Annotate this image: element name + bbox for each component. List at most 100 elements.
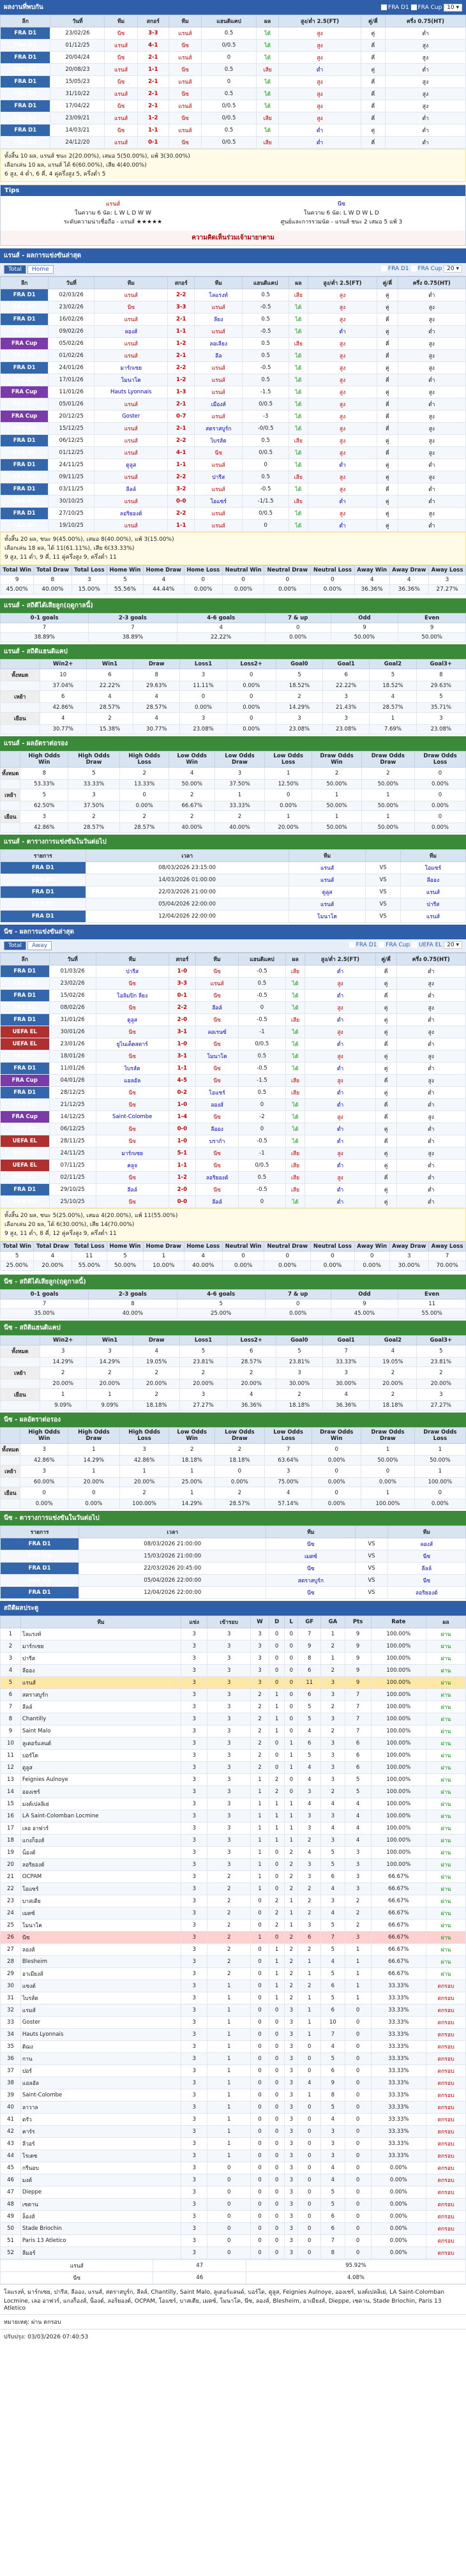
table-cell[interactable]: แอลอัล: [20, 2077, 182, 2089]
league-filter[interactable]: FRA Cup: [379, 942, 412, 948]
table-cell[interactable]: แรนส์: [288, 861, 366, 874]
table-cell[interactable]: บาสเตีย: [20, 1895, 182, 1907]
table-cell[interactable]: Dieppe: [20, 2186, 182, 2199]
table-cell[interactable]: นีซ: [266, 1586, 356, 1599]
table-cell[interactable]: ลองส์: [94, 325, 169, 338]
table-cell[interactable]: แรนส์: [94, 434, 169, 447]
table-cell[interactable]: แรนส์: [104, 112, 138, 125]
league-filter[interactable]: FRA Cup: [410, 266, 444, 272]
table-cell[interactable]: ปารีส: [400, 898, 466, 911]
table-cell[interactable]: โอแซร์: [195, 1086, 239, 1099]
table-cell[interactable]: ลีลล์: [95, 1183, 169, 1196]
table-cell[interactable]: ดิฌง: [20, 2040, 182, 2053]
table-cell[interactable]: แกงก็องส์: [20, 1834, 182, 1847]
table-cell[interactable]: แรนส์: [94, 289, 169, 301]
table-cell[interactable]: แรนส์: [94, 349, 169, 362]
table-cell[interactable]: นีซ: [95, 1050, 169, 1063]
tab-total[interactable]: Total: [4, 265, 27, 274]
table-cell[interactable]: ลาวาล: [20, 2101, 182, 2114]
table-cell[interactable]: แรนส์: [194, 374, 243, 386]
table-cell[interactable]: แรนส์: [194, 507, 243, 520]
table-cell[interactable]: นีซ: [195, 1013, 239, 1026]
league-filter[interactable]: UEFA EL: [411, 942, 444, 948]
table-cell[interactable]: นีซ: [195, 1074, 239, 1087]
table-cell[interactable]: นีซ: [95, 1171, 169, 1184]
table-cell[interactable]: แรนส์: [94, 471, 169, 483]
table-cell[interactable]: ยูไนเต็ดสตาร์: [95, 1038, 169, 1050]
table-cell[interactable]: Goster: [20, 2016, 182, 2029]
table-cell[interactable]: แอลอัล: [95, 1074, 169, 1087]
table-cell[interactable]: สตราสบูร์ก: [194, 422, 243, 435]
table-cell[interactable]: สตราสบูร์ก: [20, 1688, 182, 1701]
table-cell[interactable]: นีซ: [168, 112, 202, 125]
table-cell[interactable]: โอลิมปิก ลียง: [95, 989, 169, 1002]
table-cell[interactable]: นีซ: [195, 1038, 239, 1050]
table-cell[interactable]: โอแซร์: [20, 1883, 182, 1895]
checkbox-icon[interactable]: [380, 266, 387, 271]
table-cell[interactable]: ปอร์: [20, 2065, 182, 2077]
count-select[interactable]: 20 ▾: [444, 265, 462, 273]
table-cell[interactable]: ล็องส์: [20, 2210, 182, 2223]
table-cell[interactable]: แรนส์: [94, 422, 169, 435]
table-cell[interactable]: Saint Malo: [20, 1725, 182, 1738]
table-cell[interactable]: ตรัว: [20, 2113, 182, 2126]
table-cell[interactable]: แรนส์: [194, 386, 243, 398]
table-cell[interactable]: เลอ อาฟวร์: [20, 1822, 182, 1835]
table-cell[interactable]: ลีลล์: [195, 1195, 239, 1208]
table-cell[interactable]: แรนส์: [194, 325, 243, 338]
table-cell[interactable]: Blesheim: [20, 1955, 182, 1968]
table-cell[interactable]: ลีวอร์: [20, 2137, 182, 2150]
table-cell[interactable]: แรนส์: [94, 398, 169, 411]
table-cell[interactable]: นีซ: [195, 1147, 239, 1160]
table-cell[interactable]: แรนส์: [104, 63, 138, 76]
table-cell[interactable]: แรนส์: [288, 898, 366, 911]
table-cell[interactable]: ลอเรนซ์: [195, 1026, 239, 1038]
table-cell[interactable]: แรนส์: [194, 410, 243, 423]
table-cell[interactable]: เมตซ์: [20, 1907, 182, 1920]
table-cell[interactable]: แรนส์: [194, 301, 243, 314]
table-cell[interactable]: แรนส์: [168, 100, 202, 112]
table-cell[interactable]: แรนส์: [104, 136, 138, 149]
table-cell[interactable]: ไบรส์ต: [194, 434, 243, 447]
table-cell[interactable]: นีซ: [195, 1159, 239, 1172]
table-cell[interactable]: นีซ: [195, 989, 239, 1002]
table-cell[interactable]: แรนส์: [94, 313, 169, 326]
table-cell[interactable]: นีซ: [20, 1931, 182, 1944]
table-cell[interactable]: แรนส์: [168, 124, 202, 137]
table-cell[interactable]: ลองส์: [387, 1538, 466, 1550]
table-cell[interactable]: เซดาน: [20, 2198, 182, 2211]
table-cell[interactable]: ลองส์: [195, 1098, 239, 1111]
table-cell[interactable]: แรนส์: [194, 361, 243, 374]
table-cell[interactable]: แรนส์: [195, 977, 239, 990]
table-cell[interactable]: Paris 13 Atletico: [20, 2234, 182, 2247]
table-cell[interactable]: แรนส์: [194, 458, 243, 471]
table-cell[interactable]: Goster: [94, 410, 169, 423]
table-cell[interactable]: นีซ: [387, 1574, 466, 1587]
table-cell[interactable]: ปารีส: [20, 1652, 182, 1665]
table-cell[interactable]: Chantilly: [20, 1713, 182, 1725]
table-cell[interactable]: แรนส์: [20, 1676, 182, 1689]
table-cell[interactable]: แรนส์: [400, 910, 466, 923]
table-cell[interactable]: นีซ: [168, 63, 202, 76]
table-cell[interactable]: ไบรส์ต: [95, 1062, 169, 1075]
table-cell[interactable]: คลูจ: [95, 1159, 169, 1172]
table-cell[interactable]: นีซ: [95, 1195, 169, 1208]
table-cell[interactable]: นีซ: [168, 39, 202, 52]
table-cell[interactable]: น็องต์: [20, 1846, 182, 1859]
table-cell[interactable]: เมตซ์: [266, 1550, 356, 1563]
checkbox-icon[interactable]: [349, 942, 355, 948]
table-cell[interactable]: นีซ: [104, 51, 138, 64]
table-cell[interactable]: ตูลูส: [94, 458, 169, 471]
table-cell[interactable]: ลีลล์: [195, 1001, 239, 1014]
table-cell[interactable]: อาเมียงส์: [20, 1967, 182, 1980]
count-select[interactable]: 20 ▾: [444, 941, 462, 949]
table-cell[interactable]: แรนส์: [94, 495, 169, 508]
table-cell[interactable]: แรนส์: [94, 446, 169, 459]
table-cell[interactable]: ลูเตอร์แลนด์: [20, 1737, 182, 1750]
table-cell[interactable]: แรนส์: [94, 337, 169, 350]
table-cell[interactable]: แรนส์: [194, 483, 243, 496]
table-cell[interactable]: ลีล: [194, 349, 243, 362]
table-cell[interactable]: คาร์ร: [20, 2125, 182, 2138]
tab-home[interactable]: Home: [27, 265, 54, 274]
table-cell[interactable]: LA Saint-Colomban Locmine: [20, 1810, 182, 1822]
